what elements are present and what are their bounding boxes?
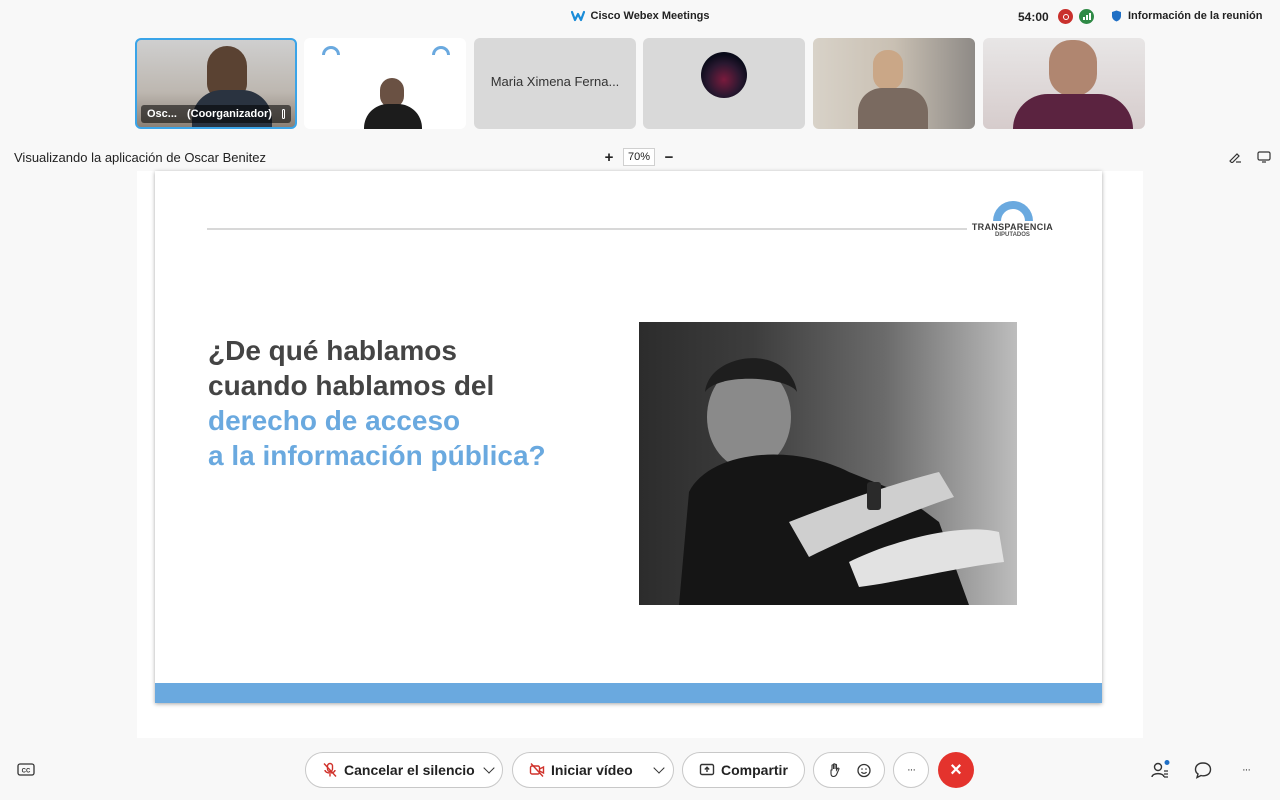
participant-tile[interactable]	[304, 38, 466, 129]
chat-button[interactable]	[1193, 760, 1213, 780]
annotate-icon[interactable]	[1228, 151, 1242, 163]
participant-tile[interactable]: Osc... (Coorganizador)	[135, 38, 297, 129]
webex-logo-icon	[570, 10, 585, 22]
more-panels-button[interactable]: ···	[1236, 760, 1256, 780]
slide-title-highlight: a la información pública?	[208, 440, 546, 471]
participant-tile[interactable]: Maria Ximena Ferna...	[474, 38, 636, 129]
share-screen-icon	[699, 763, 715, 776]
microphone-muted-icon	[323, 762, 337, 777]
shield-icon	[1112, 10, 1121, 22]
slide-logo: TRANSPARENCIA DIPUTADOS	[970, 201, 1055, 238]
transparencia-arc-icon	[992, 201, 1033, 221]
share-label: Compartir	[721, 762, 788, 778]
close-icon: ×	[950, 758, 962, 781]
participant-name-bar: Osc... (Coorganizador)	[141, 105, 291, 123]
portrait-photo	[679, 358, 1004, 605]
transparencia-logo-icon	[426, 46, 456, 60]
logo-sub-text: DIPUTADOS	[995, 232, 1030, 238]
slide-title-line: cuando hablamos del	[208, 370, 495, 401]
start-video-button[interactable]: Iniciar vídeo	[512, 752, 674, 788]
shared-slide: TRANSPARENCIA DIPUTADOS ¿De qué hablamos…	[155, 171, 1102, 703]
participant-video-body	[1013, 94, 1133, 129]
slide-footer-bar	[155, 683, 1102, 703]
start-video-label: Iniciar vídeo	[551, 762, 633, 778]
participant-name: Osc...	[147, 108, 177, 120]
zoom-in-button[interactable]: +	[603, 149, 615, 166]
participant-tile[interactable]	[643, 38, 805, 129]
participant-avatar	[701, 52, 747, 98]
participant-video-body	[364, 104, 422, 129]
participant-tile[interactable]	[983, 38, 1145, 129]
screen-share-icon	[281, 109, 285, 119]
more-panels-label: ···	[1242, 764, 1251, 776]
captions-button[interactable]: CC	[16, 760, 36, 780]
slide-title: ¿De qué hablamos cuando hablamos del der…	[208, 333, 546, 473]
chevron-down-icon[interactable]	[653, 762, 665, 774]
meeting-info-label: Información de la reunión	[1128, 10, 1263, 22]
unmute-button[interactable]: Cancelar el silencio	[305, 752, 503, 788]
slide-divider	[207, 228, 967, 230]
more-options-label: ···	[907, 764, 916, 776]
video-off-icon	[529, 763, 545, 777]
slide-title-line: ¿De qué hablamos	[208, 335, 457, 366]
captions-icon: CC	[17, 763, 35, 776]
unmute-label: Cancelar el silencio	[344, 762, 475, 778]
popout-icon[interactable]	[1257, 151, 1271, 163]
chat-icon	[1194, 762, 1212, 779]
zoom-control: + 70% −	[603, 148, 675, 166]
raise-hand-icon[interactable]	[827, 762, 843, 778]
participant-name: Maria Ximena Ferna...	[490, 74, 620, 89]
share-button[interactable]: Compartir	[682, 752, 805, 788]
chevron-down-icon[interactable]	[483, 762, 495, 774]
signal-strength-icon[interactable]	[1079, 9, 1094, 24]
participant-video	[1049, 40, 1097, 96]
recording-icon[interactable]	[1058, 9, 1073, 24]
share-status-label: Visualizando la aplicación de Oscar Beni…	[14, 150, 266, 165]
transparencia-logo-icon	[316, 46, 346, 60]
app-title-text: Cisco Webex Meetings	[590, 10, 710, 22]
end-meeting-button[interactable]: ×	[938, 752, 974, 788]
participant-video-body	[858, 88, 928, 129]
slide-photo	[639, 322, 1017, 605]
zoom-level[interactable]: 70%	[623, 148, 656, 166]
participant-tile[interactable]	[813, 38, 975, 129]
slide-title-highlight: derecho de acceso	[208, 405, 461, 436]
meeting-info-button[interactable]: Información de la reunión	[1111, 10, 1262, 22]
participants-icon	[1151, 760, 1170, 778]
title-bar: Cisco Webex Meetings 54:00 Información d…	[0, 0, 1280, 34]
svg-text:CC: CC	[22, 769, 31, 775]
more-options-button[interactable]: ···	[893, 752, 929, 788]
participants-button[interactable]	[1150, 760, 1170, 780]
meeting-timer: 54:00	[1018, 10, 1049, 24]
reactions-group	[813, 752, 885, 788]
participant-role: (Coorganizador)	[186, 108, 272, 120]
participant-video	[873, 50, 903, 90]
zoom-out-button[interactable]: −	[663, 149, 675, 166]
logo-main-text: TRANSPARENCIA	[971, 222, 1054, 232]
reaction-emoji-icon[interactable]	[856, 762, 872, 778]
